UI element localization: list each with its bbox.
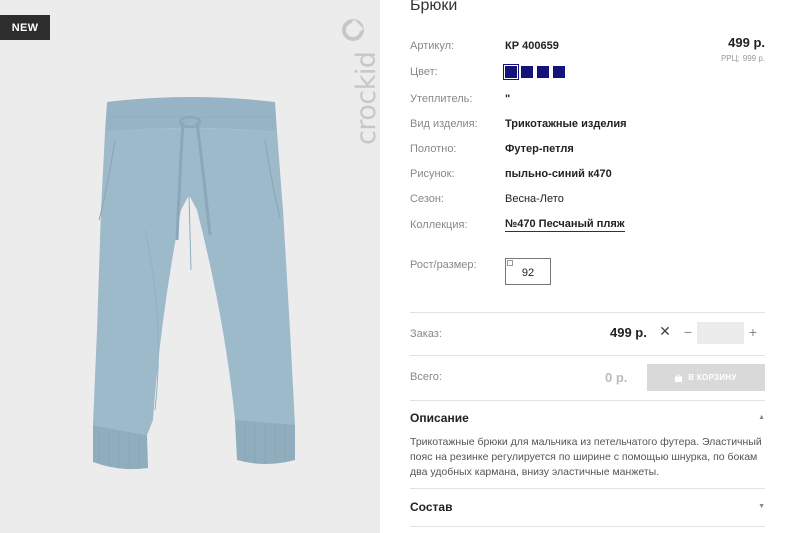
attr-label: Рисунок: <box>410 168 455 180</box>
new-badge: NEW <box>0 15 50 40</box>
description-text: Трикотажные брюки для мальчика из петель… <box>410 436 762 478</box>
product-title: Брюки <box>410 0 458 14</box>
color-swatch[interactable] <box>521 66 533 78</box>
attr-label: Сезон: <box>410 193 444 205</box>
bag-icon <box>675 373 683 382</box>
add-to-cart-label: В КОРЗИНУ <box>688 373 737 382</box>
brand-logo: crockid <box>333 10 380 160</box>
attr-pattern: Рисунок: пыльно-синий к470 <box>410 164 765 184</box>
order-price: 499 р. <box>610 325 647 340</box>
attr-insulation: Утеплитель: " <box>410 89 765 109</box>
total-price: 0 р. <box>605 370 628 385</box>
attr-value: Футер-петля <box>505 143 574 155</box>
divider <box>410 355 765 356</box>
divider <box>410 400 765 401</box>
order-label: Заказ: <box>410 328 442 340</box>
product-image-pants <box>93 97 295 470</box>
size-label: Рост/размер: <box>410 259 477 271</box>
attr-label: Полотно: <box>410 143 457 155</box>
attr-label: Цвет: <box>410 66 438 78</box>
quantity-plus-button[interactable]: + <box>747 325 759 339</box>
divider <box>410 488 765 489</box>
attr-color: Цвет: <box>410 62 765 82</box>
attr-fabric: Полотно: Футер-петля <box>410 139 765 159</box>
composition-section-title[interactable]: Состав <box>410 500 452 514</box>
attr-value: " <box>505 93 511 105</box>
color-swatches <box>503 64 565 80</box>
attr-label: Утеплитель: <box>410 93 473 105</box>
product-image-panel[interactable]: NEW crockid <box>0 0 380 533</box>
chevron-down-icon[interactable]: ▼ <box>758 503 765 510</box>
attr-size: Рост/размер: <box>410 255 765 275</box>
collection-link[interactable]: №470 Песчаный пляж <box>505 218 625 232</box>
attr-value: Трикотажные изделия <box>505 118 627 130</box>
color-swatch-selected[interactable] <box>503 64 519 80</box>
size-check-icon <box>507 260 513 266</box>
attr-product-type: Вид изделия: Трикотажные изделия <box>410 114 765 134</box>
remove-icon[interactable]: ✕ <box>659 324 671 338</box>
description-section-title[interactable]: Описание <box>410 411 469 425</box>
brand-logo-text: crockid <box>351 51 380 146</box>
size-value: 92 <box>521 266 535 279</box>
divider <box>410 312 765 313</box>
quantity-minus-button[interactable]: − <box>682 325 694 339</box>
divider <box>410 526 765 527</box>
brand-logo-icon <box>342 19 364 41</box>
color-swatch[interactable] <box>553 66 565 78</box>
attr-value: Весна-Лето <box>505 193 564 205</box>
attr-value: КР 400659 <box>505 40 559 52</box>
chevron-up-icon[interactable]: ▲ <box>758 414 765 421</box>
add-to-cart-button[interactable]: В КОРЗИНУ <box>647 364 765 391</box>
attr-season: Сезон: Весна-Лето <box>410 189 765 209</box>
attr-label: Вид изделия: <box>410 118 478 130</box>
attr-label: Артикул: <box>410 40 455 52</box>
attr-collection: Коллекция: №470 Песчаный пляж <box>410 215 765 235</box>
quantity-input[interactable] <box>697 322 744 344</box>
total-label: Всего: <box>410 371 442 383</box>
attr-label: Коллекция: <box>410 219 468 231</box>
size-option-selected[interactable]: 92 <box>505 258 551 285</box>
attr-article: Артикул: КР 400659 <box>410 36 765 56</box>
attr-value: пыльно-синий к470 <box>505 168 612 180</box>
color-swatch[interactable] <box>537 66 549 78</box>
product-info: Брюки 499 р. РРЦ: 999 р. Артикул: КР 400… <box>410 0 765 533</box>
